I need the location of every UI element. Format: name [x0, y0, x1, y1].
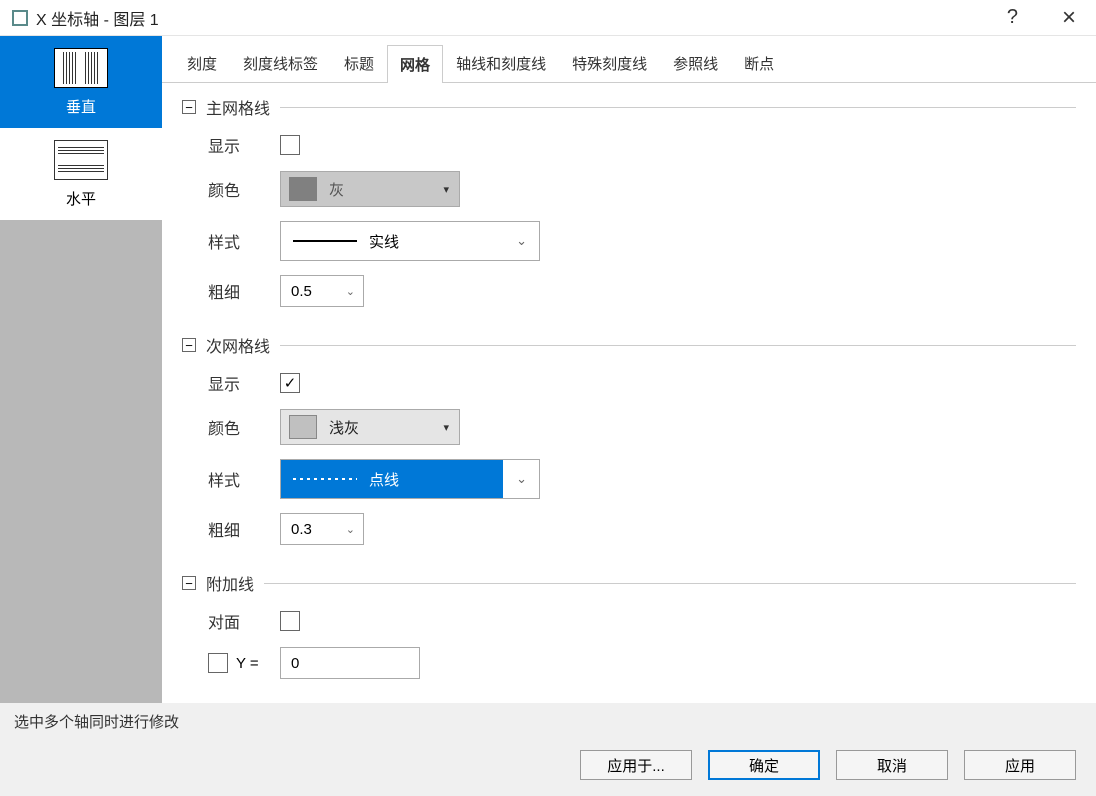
divider — [264, 583, 1076, 584]
close-button[interactable]: × — [1054, 4, 1084, 32]
help-button[interactable]: ? — [1007, 6, 1018, 29]
width-label: 粗细 — [208, 279, 280, 303]
show-label: 显示 — [208, 133, 280, 157]
tab-grids[interactable]: 网格 — [387, 45, 443, 83]
y-equals-label: Y = — [236, 655, 280, 672]
ok-button[interactable]: 确定 — [708, 750, 820, 780]
chevron-down-icon: ▾ — [443, 183, 449, 196]
tab-special-ticks[interactable]: 特殊刻度线 — [559, 44, 660, 82]
sidebar-item-horizontal[interactable]: 水平 — [0, 128, 162, 220]
section-title: 主网格线 — [206, 95, 270, 119]
style-label: 样式 — [208, 467, 280, 491]
collapse-icon[interactable]: − — [182, 100, 196, 114]
y-value-input[interactable] — [280, 647, 420, 679]
line-dotted-icon — [293, 478, 357, 480]
minor-style-select[interactable]: 点线 ⌄ — [280, 459, 540, 499]
major-color-select[interactable]: 灰 ▾ — [280, 171, 460, 207]
sidebar-item-vertical[interactable]: 垂直 — [0, 36, 162, 128]
window-title: X 坐标轴 - 图层 1 — [36, 6, 1007, 30]
major-width-select[interactable]: 0.5 ⌄ — [280, 275, 364, 307]
opposite-checkbox[interactable] — [280, 611, 300, 631]
width-label: 粗细 — [208, 517, 280, 541]
style-value: 点线 — [369, 469, 399, 490]
sidebar: 垂直 水平 — [0, 36, 162, 721]
color-swatch-icon — [289, 177, 317, 201]
chevron-down-icon: ▾ — [443, 421, 449, 434]
tab-reference-lines[interactable]: 参照线 — [660, 44, 731, 82]
y-equals-checkbox[interactable] — [208, 653, 228, 673]
horizontal-axis-icon — [54, 140, 108, 180]
app-icon — [12, 10, 28, 26]
minor-width-select[interactable]: 0.3 ⌄ — [280, 513, 364, 545]
hint-text: 选中多个轴同时进行修改 — [0, 703, 1096, 740]
style-label: 样式 — [208, 229, 280, 253]
apply-to-button[interactable]: 应用于... — [580, 750, 692, 780]
color-value: 浅灰 — [329, 417, 359, 438]
chevron-down-icon: ⌄ — [516, 471, 527, 487]
apply-button[interactable]: 应用 — [964, 750, 1076, 780]
major-style-select[interactable]: 实线 ⌄ — [280, 221, 540, 261]
show-label: 显示 — [208, 371, 280, 395]
main-area: 垂直 水平 刻度 刻度线标签 标题 网格 轴线和刻度线 特殊刻度线 参照线 断点… — [0, 36, 1096, 721]
chevron-down-icon: ⌄ — [346, 285, 355, 298]
section-title: 附加线 — [206, 571, 254, 595]
vertical-axis-icon — [54, 48, 108, 88]
tab-tick-labels[interactable]: 刻度线标签 — [230, 44, 331, 82]
chevron-down-icon: ⌄ — [346, 523, 355, 536]
tab-line-ticks[interactable]: 轴线和刻度线 — [443, 44, 559, 82]
tab-bar: 刻度 刻度线标签 标题 网格 轴线和刻度线 特殊刻度线 参照线 断点 — [162, 44, 1096, 83]
footer: 选中多个轴同时进行修改 应用于... 确定 取消 应用 — [0, 703, 1096, 796]
divider — [280, 107, 1076, 108]
titlebar: X 坐标轴 - 图层 1 ? × — [0, 0, 1096, 36]
major-gridlines-section: − 主网格线 显示 颜色 灰 ▾ 样式 — [162, 83, 1096, 321]
collapse-icon[interactable]: − — [182, 576, 196, 590]
content-panel: 刻度 刻度线标签 标题 网格 轴线和刻度线 特殊刻度线 参照线 断点 − 主网格… — [162, 36, 1096, 721]
width-value: 0.5 — [291, 283, 312, 300]
opposite-label: 对面 — [208, 609, 280, 633]
divider — [280, 345, 1076, 346]
width-value: 0.3 — [291, 521, 312, 538]
style-value: 实线 — [369, 231, 399, 252]
color-swatch-icon — [289, 415, 317, 439]
minor-gridlines-section: − 次网格线 显示 ✓ 颜色 浅灰 ▾ 样式 — [162, 321, 1096, 559]
additional-lines-section: − 附加线 对面 Y = — [162, 559, 1096, 693]
chevron-down-icon: ⌄ — [516, 233, 527, 249]
sidebar-item-label: 水平 — [66, 188, 96, 209]
sidebar-item-label: 垂直 — [66, 96, 96, 117]
minor-color-select[interactable]: 浅灰 ▾ — [280, 409, 460, 445]
color-label: 颜色 — [208, 415, 280, 439]
color-label: 颜色 — [208, 177, 280, 201]
minor-show-checkbox[interactable]: ✓ — [280, 373, 300, 393]
tab-title[interactable]: 标题 — [331, 44, 387, 82]
section-title: 次网格线 — [206, 333, 270, 357]
collapse-icon[interactable]: − — [182, 338, 196, 352]
major-show-checkbox[interactable] — [280, 135, 300, 155]
color-value: 灰 — [329, 179, 344, 200]
line-solid-icon — [293, 240, 357, 242]
tab-breaks[interactable]: 断点 — [731, 44, 787, 82]
cancel-button[interactable]: 取消 — [836, 750, 948, 780]
tab-scale[interactable]: 刻度 — [174, 44, 230, 82]
button-bar: 应用于... 确定 取消 应用 — [0, 740, 1096, 796]
